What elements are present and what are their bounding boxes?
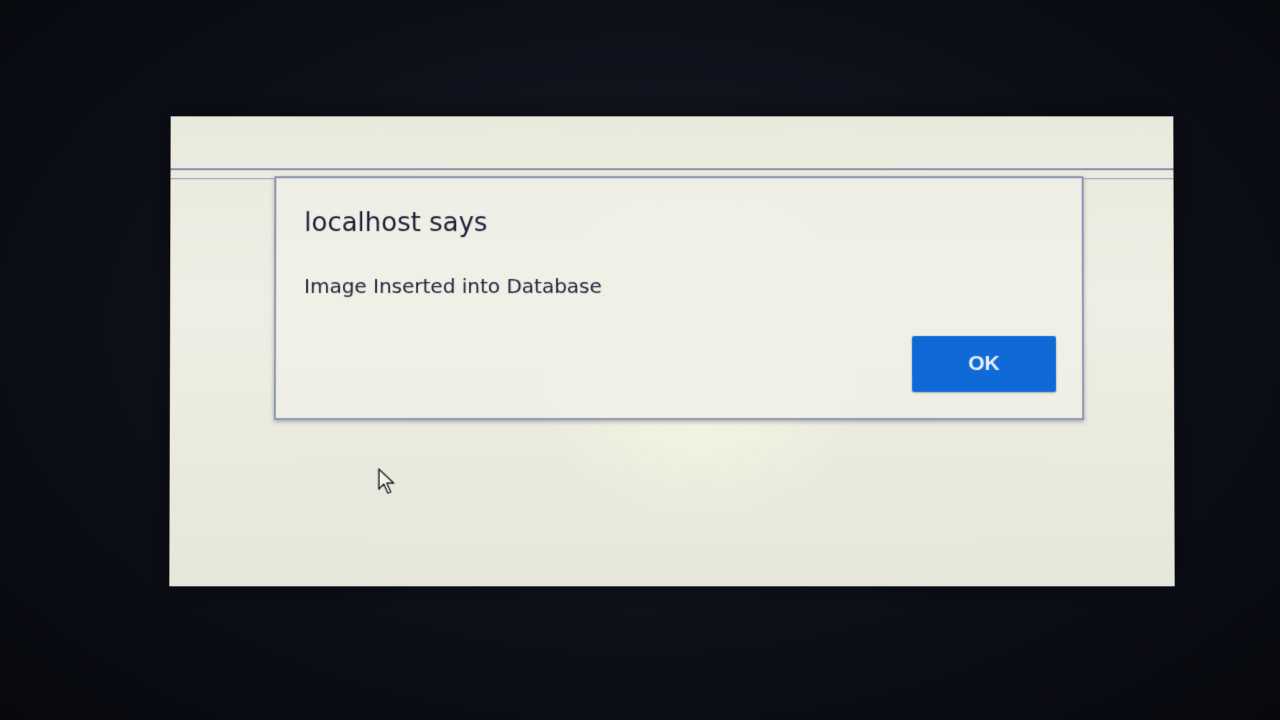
mouse-pointer-icon (377, 468, 398, 496)
dialog-title: localhost says (304, 208, 488, 239)
ok-button[interactable]: OK (911, 336, 1057, 393)
browser-toolbar-border (170, 168, 1174, 171)
browser-viewport: localhost says Image Inserted into Datab… (169, 116, 1175, 587)
dialog-message: Image Inserted into Database (304, 274, 602, 299)
alert-dialog: localhost says Image Inserted into Datab… (273, 176, 1085, 421)
